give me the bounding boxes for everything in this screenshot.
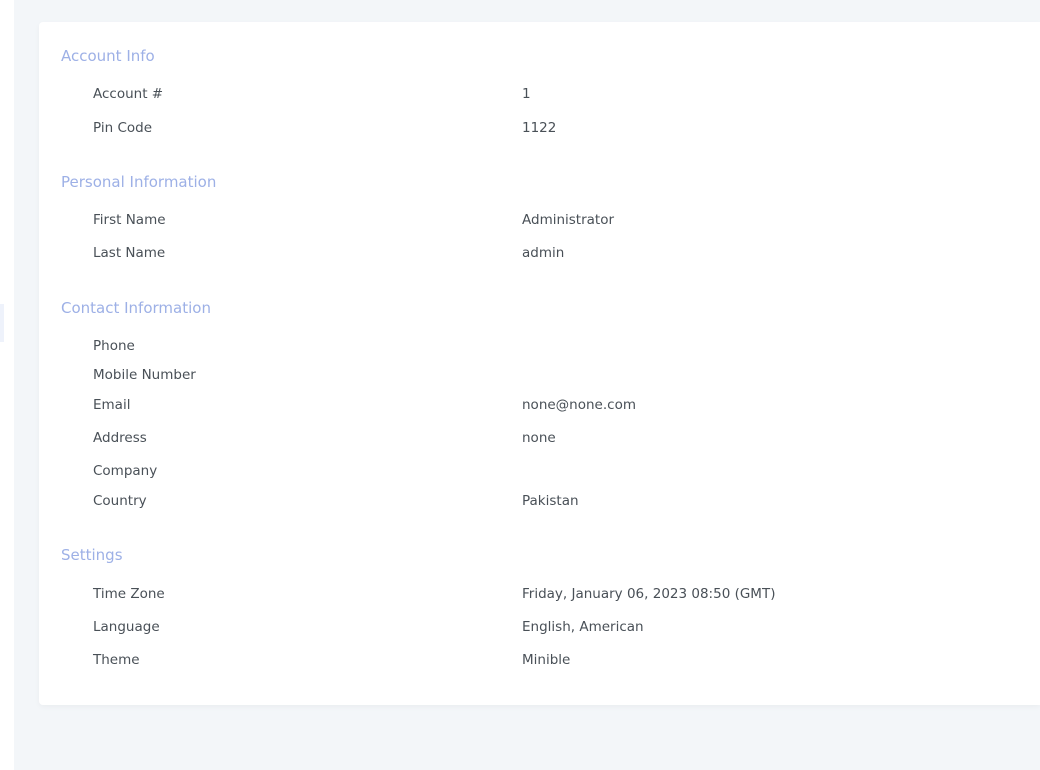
label-last-name: Last Name: [93, 245, 166, 261]
section-title-settings: Settings: [61, 546, 123, 564]
label-country: Country: [93, 493, 147, 509]
label-phone: Phone: [93, 338, 135, 354]
label-language: Language: [93, 619, 160, 635]
value-language: English, American: [522, 619, 644, 635]
value-address: none: [522, 430, 556, 446]
label-address: Address: [93, 430, 147, 446]
label-mobile-number: Mobile Number: [93, 367, 196, 383]
value-email: none@none.com: [522, 397, 636, 413]
profile-card: Account Info Account # 1 Pin Code 1122 P…: [39, 22, 1040, 705]
sidebar: [0, 0, 14, 770]
label-company: Company: [93, 463, 158, 479]
sidebar-active-indicator: [0, 304, 4, 342]
label-first-name: First Name: [93, 212, 166, 228]
value-first-name: Administrator: [522, 212, 615, 228]
value-country: Pakistan: [522, 493, 579, 509]
value-last-name: admin: [522, 245, 565, 261]
section-title-account-info: Account Info: [61, 47, 155, 65]
label-pin-code: Pin Code: [93, 120, 153, 136]
label-email: Email: [93, 397, 131, 413]
section-title-personal-information: Personal Information: [61, 173, 217, 191]
value-time-zone: Friday, January 06, 2023 08:50 (GMT): [522, 586, 776, 602]
label-time-zone: Time Zone: [93, 586, 165, 602]
section-title-contact-information: Contact Information: [61, 299, 211, 317]
label-theme: Theme: [93, 652, 140, 668]
value-account-number: 1: [522, 86, 531, 102]
label-account-number: Account #: [93, 86, 164, 102]
value-theme: Minible: [522, 652, 571, 668]
value-pin-code: 1122: [522, 120, 557, 136]
